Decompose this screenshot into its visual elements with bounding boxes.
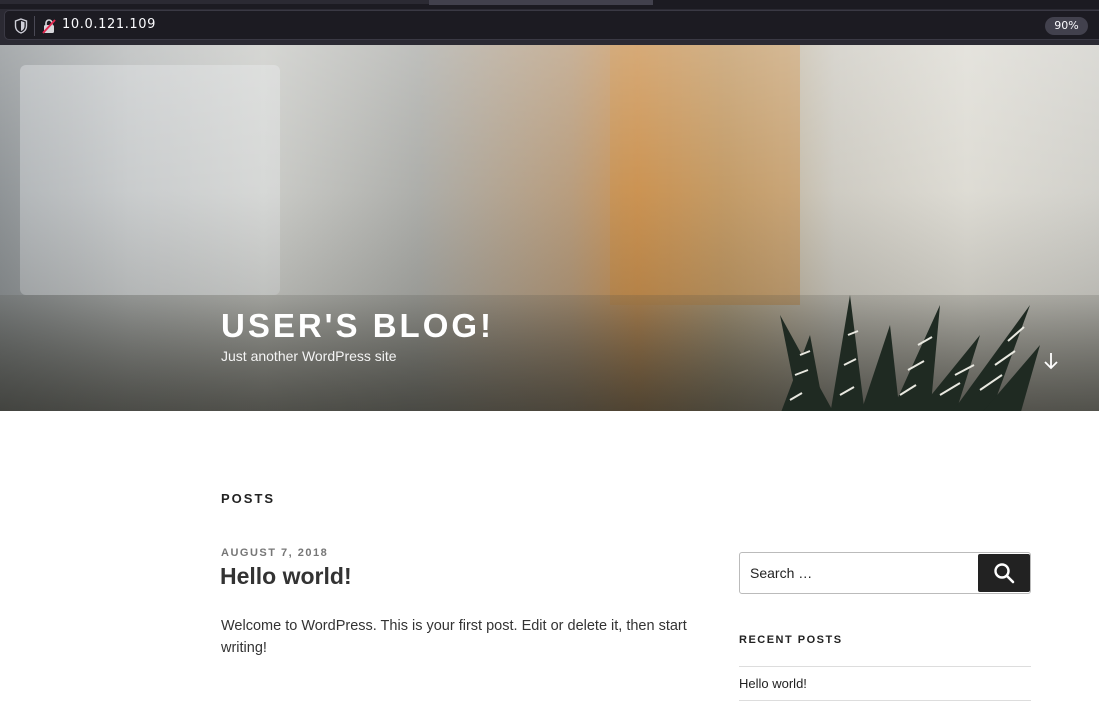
post-excerpt: Welcome to WordPress. This is your first… [221, 618, 687, 656]
tab-active[interactable] [429, 0, 653, 5]
post-title[interactable]: Hello world! [220, 563, 352, 590]
site-title[interactable]: USER'S BLOG! [221, 307, 494, 345]
arrow-down-icon[interactable] [1040, 350, 1062, 372]
recent-posts-list: Hello world! [739, 666, 1031, 701]
tab-inactive[interactable] [0, 0, 429, 4]
search-icon [994, 563, 1015, 584]
header-image: USER'S BLOG! Just another WordPress site [0, 45, 1099, 411]
tracking-protection-icon[interactable] [14, 18, 28, 34]
posts-section-heading: POSTS [221, 491, 276, 506]
plant-illustration [780, 295, 1040, 411]
search-input[interactable] [750, 553, 975, 593]
browser-toolbar: 10.0.121.109 90% [0, 9, 1099, 45]
search-form [739, 552, 1031, 594]
insecure-connection-icon[interactable] [41, 18, 57, 34]
post-date[interactable]: AUGUST 7, 2018 [221, 547, 328, 559]
zoom-level-badge[interactable]: 90% [1045, 17, 1088, 35]
address-bar[interactable]: 10.0.121.109 90% [4, 10, 1099, 40]
url-text[interactable]: 10.0.121.109 [62, 17, 156, 32]
search-button[interactable] [978, 554, 1030, 592]
tab-strip [0, 0, 1099, 9]
url-separator [34, 16, 35, 36]
site-description: Just another WordPress site [221, 348, 397, 364]
recent-post-link[interactable]: Hello world! [739, 667, 1031, 701]
recent-posts-heading: RECENT POSTS [739, 634, 843, 646]
